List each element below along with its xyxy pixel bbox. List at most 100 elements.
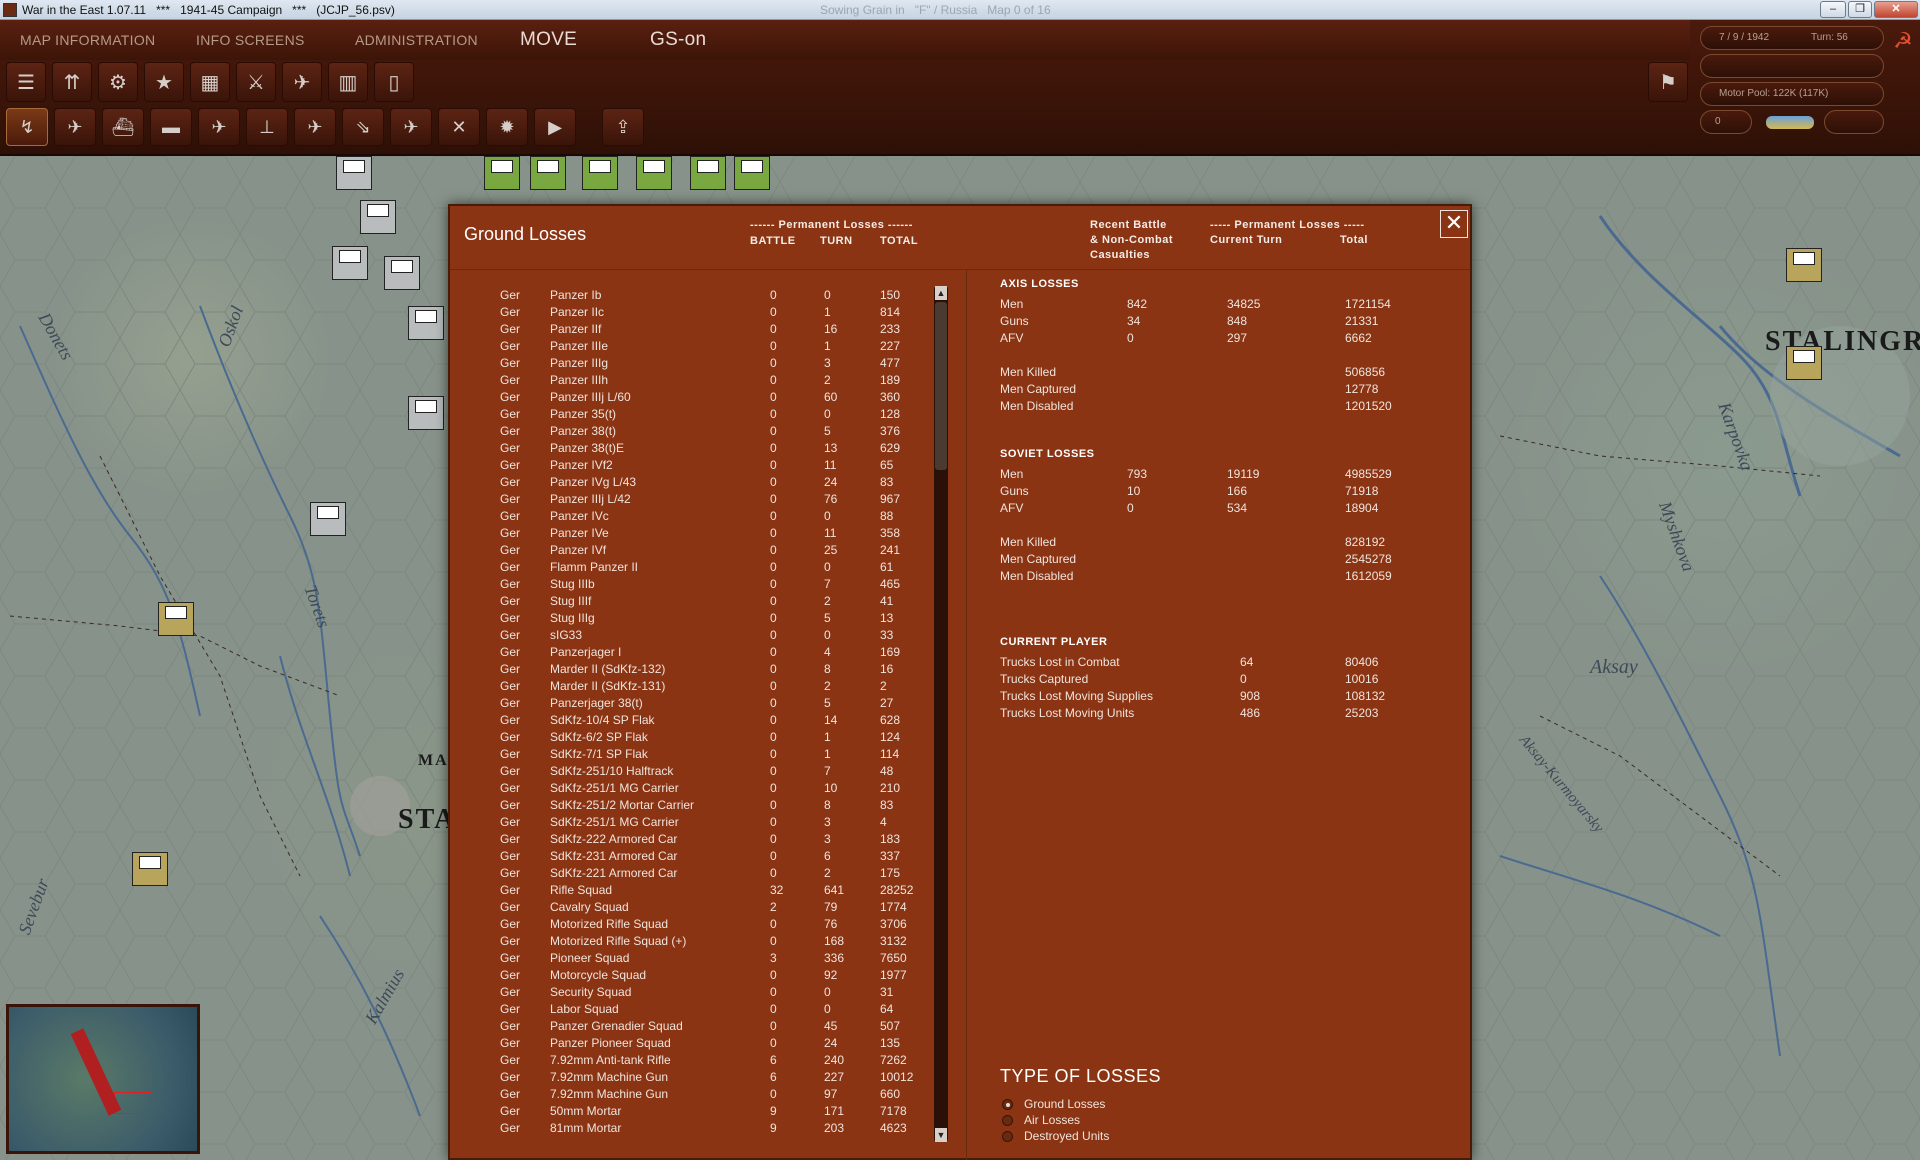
unit-counter[interactable] bbox=[636, 156, 672, 190]
battle-cell: 0 bbox=[770, 288, 777, 302]
naval-icon[interactable]: ▬ bbox=[150, 108, 192, 146]
weather-indicator[interactable] bbox=[1766, 116, 1814, 129]
battle-cell: 0 bbox=[770, 713, 777, 727]
radio-dot-icon[interactable] bbox=[1002, 1099, 1013, 1110]
recon-icon[interactable]: ✈ bbox=[390, 108, 432, 146]
bomber-icon[interactable]: ✈ bbox=[198, 108, 240, 146]
mode-move[interactable]: MOVE bbox=[520, 29, 577, 51]
unit-counter[interactable] bbox=[734, 156, 770, 190]
soviet-flag-icon: ☭ bbox=[1893, 28, 1913, 53]
radio-dot-icon[interactable] bbox=[1002, 1115, 1013, 1126]
extra-box[interactable] bbox=[1824, 110, 1884, 134]
menu-info-screens[interactable]: INFO SCREENS bbox=[196, 32, 305, 48]
unit-counter[interactable] bbox=[332, 246, 368, 280]
battle-cell: 3 bbox=[770, 951, 777, 965]
turn-cell: 5 bbox=[824, 696, 831, 710]
unit-counter[interactable] bbox=[408, 306, 444, 340]
turn-cell: 25 bbox=[824, 543, 838, 557]
total-cell: 227 bbox=[880, 339, 901, 353]
interdiction-icon[interactable]: ✕ bbox=[438, 108, 480, 146]
permanent-losses-header: ------ Permanent Losses ------ bbox=[750, 219, 913, 231]
gs-toggle[interactable]: GS-on bbox=[650, 29, 706, 51]
radio-dot-icon[interactable] bbox=[1002, 1131, 1013, 1142]
unit-counter[interactable] bbox=[336, 156, 372, 190]
losses-scrollbar[interactable]: ▲ ▼ bbox=[934, 286, 948, 1142]
menu-map-information[interactable]: MAP INFORMATION bbox=[20, 32, 155, 48]
rail-icon[interactable]: ▥ bbox=[328, 62, 368, 102]
minimize-button[interactable]: – bbox=[1820, 1, 1846, 18]
supply-icon[interactable]: ▯ bbox=[374, 62, 414, 102]
equipment-name-cell: Panzer IIIg bbox=[550, 356, 609, 370]
nationality-cell: Ger bbox=[500, 390, 521, 404]
air-mission-icon[interactable]: ✈ bbox=[282, 62, 322, 102]
unit-counter[interactable] bbox=[360, 200, 396, 234]
turn-cell: 76 bbox=[824, 917, 838, 931]
total-value: 21331 bbox=[1345, 314, 1379, 328]
equipment-name-cell: Panzer IIf bbox=[550, 322, 602, 336]
unit-counter[interactable] bbox=[408, 396, 444, 430]
unit-counter[interactable] bbox=[582, 156, 618, 190]
total-value: 18904 bbox=[1345, 501, 1379, 515]
total-value: 71918 bbox=[1345, 484, 1379, 498]
turn-cell: 641 bbox=[824, 883, 845, 897]
play-icon[interactable]: ▶ bbox=[534, 108, 576, 146]
scroll-down-arrow-icon[interactable]: ▼ bbox=[935, 1128, 947, 1142]
total-cell: 83 bbox=[880, 475, 894, 489]
close-window-button[interactable]: ✕ bbox=[1874, 1, 1918, 18]
battle-cell: 0 bbox=[770, 356, 777, 370]
transport-icon[interactable]: ⊥ bbox=[246, 108, 288, 146]
table-row: Ger Rifle Squad 32 641 28252 bbox=[450, 881, 960, 898]
unit-counter[interactable] bbox=[530, 156, 566, 190]
unit-counter[interactable] bbox=[384, 256, 420, 290]
equipment-name-cell: SdKfz-222 Armored Car bbox=[550, 832, 678, 846]
unit-counter[interactable] bbox=[690, 156, 726, 190]
restore-button[interactable]: ❐ bbox=[1848, 1, 1872, 18]
turn-cell: 79 bbox=[824, 900, 838, 914]
star-icon[interactable]: ★ bbox=[144, 62, 184, 102]
table-row: Ger Panzer Ib 0 0 150 bbox=[450, 286, 960, 303]
summary-row: Men Killed 828192 bbox=[1000, 533, 1385, 550]
unit-counter[interactable] bbox=[132, 852, 168, 886]
unit-counter[interactable] bbox=[484, 156, 520, 190]
equipment-name-cell: SdKfz-7/1 SP Flak bbox=[550, 747, 648, 761]
dialog-title: Ground Losses bbox=[464, 224, 587, 244]
turn-cell: 92 bbox=[824, 968, 838, 982]
ship-icon[interactable]: ⛴ bbox=[102, 108, 144, 146]
unit-counter[interactable] bbox=[310, 502, 346, 536]
fortification-icon[interactable]: ▦ bbox=[190, 62, 230, 102]
equipment-name-cell: SdKfz-251/10 Halftrack bbox=[550, 764, 674, 778]
unit-counter[interactable] bbox=[1786, 346, 1822, 380]
upload-icon[interactable]: ⇪ bbox=[602, 108, 644, 146]
radio-label: Air Losses bbox=[1024, 1113, 1081, 1127]
menu-administration[interactable]: ADMINISTRATION bbox=[355, 32, 478, 48]
units-icon[interactable]: ⇈ bbox=[52, 62, 92, 102]
fighter-icon[interactable]: ✈ bbox=[294, 108, 336, 146]
window-center-text: Sowing Grain in "F" / Russia Map 0 of 16 bbox=[820, 3, 1051, 17]
airplane-icon[interactable]: ✈ bbox=[54, 108, 96, 146]
battle-cell: 0 bbox=[770, 764, 777, 778]
summary-row: Men Captured 12778 bbox=[1000, 380, 1378, 397]
summary-label: Men Killed bbox=[1000, 535, 1057, 549]
combat-icon[interactable]: ⚔ bbox=[236, 62, 276, 102]
date-turn-box: 7 / 9 / 1942 Turn: 56 bbox=[1700, 26, 1884, 50]
turn-cell: 14 bbox=[824, 713, 838, 727]
current-turn-value: 908 bbox=[1240, 689, 1261, 703]
strike-icon[interactable]: ✹ bbox=[486, 108, 528, 146]
nationality-cell: Ger bbox=[500, 441, 521, 455]
gear-icon[interactable]: ⚙ bbox=[98, 62, 138, 102]
equipment-name-cell: Rifle Squad bbox=[550, 883, 613, 897]
battle-cell: 0 bbox=[770, 628, 777, 642]
unit-counter[interactable] bbox=[158, 602, 194, 636]
close-dialog-button[interactable]: ✕ bbox=[1440, 210, 1468, 238]
minimap-viewport[interactable] bbox=[114, 1092, 152, 1114]
flag-icon[interactable]: ⚑ bbox=[1648, 62, 1688, 102]
ground-attack-icon[interactable]: ⇘ bbox=[342, 108, 384, 146]
move-mode-icon[interactable]: ↯ bbox=[6, 108, 48, 146]
unit-counter[interactable] bbox=[1786, 248, 1822, 282]
battle-cell: 0 bbox=[770, 849, 777, 863]
stack-icon[interactable]: ☰ bbox=[6, 62, 46, 102]
minimap[interactable] bbox=[6, 1004, 200, 1154]
turn-cell: 168 bbox=[824, 934, 845, 948]
scroll-up-arrow-icon[interactable]: ▲ bbox=[935, 286, 947, 300]
scroll-thumb[interactable] bbox=[935, 302, 947, 470]
